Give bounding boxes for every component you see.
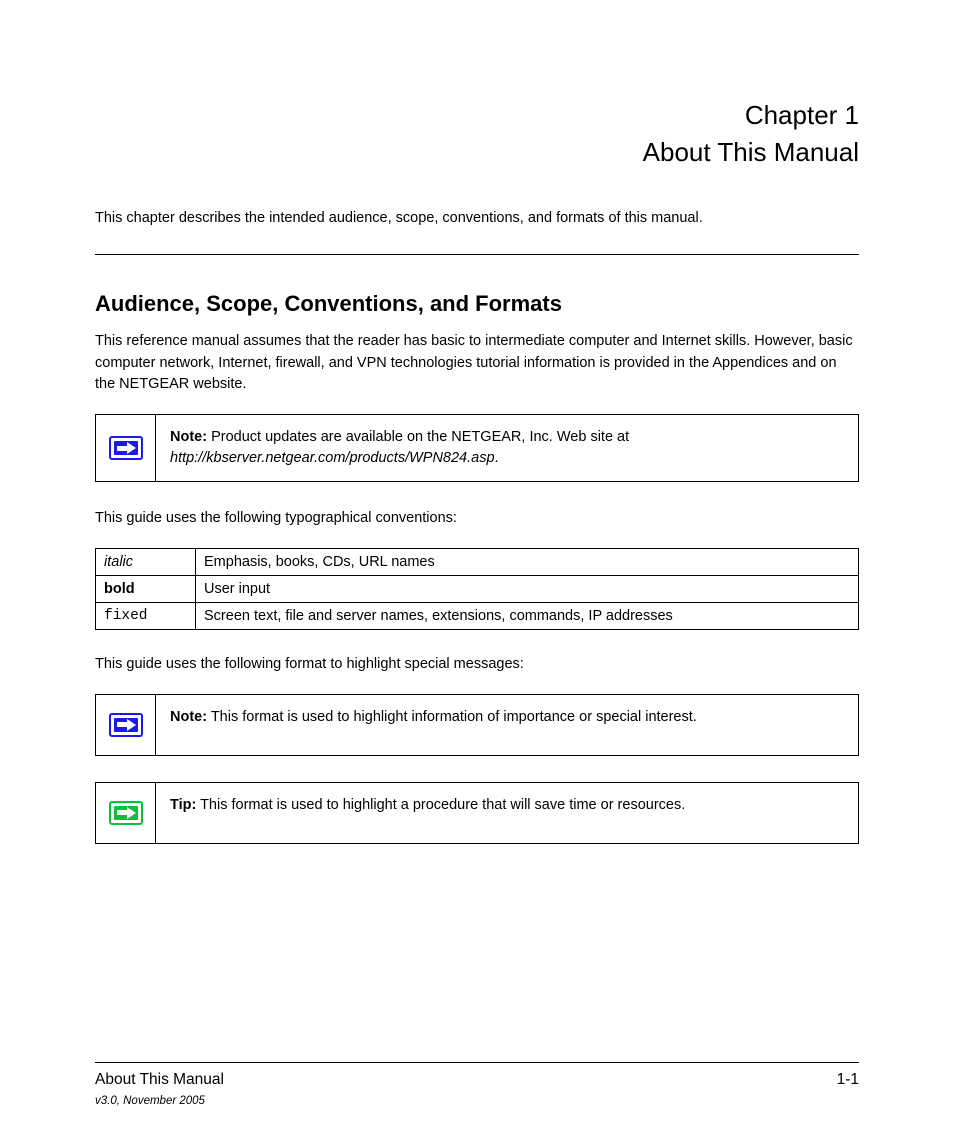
note-callout-format: Note: This format is used to highlight i… xyxy=(95,694,859,756)
format-lead: This guide uses the following format to … xyxy=(95,654,859,676)
footer-page-number: 1-1 xyxy=(837,1071,859,1089)
page-footer: About This Manual 1-1 v3.0, November 200… xyxy=(95,1062,859,1107)
note-tail: . xyxy=(495,450,499,466)
chapter-label: Chapter 1 xyxy=(95,100,859,131)
footer-left: About This Manual xyxy=(95,1071,224,1089)
typographical-conventions-table: italic Emphasis, books, CDs, URL names b… xyxy=(95,548,859,630)
intro-paragraph: This chapter describes the intended audi… xyxy=(95,208,859,230)
conventions-lead: This guide uses the following typographi… xyxy=(95,508,859,530)
style-cell-italic: italic xyxy=(96,548,196,575)
tip-body: This format is used to highlight a proce… xyxy=(196,797,685,813)
note-callout-scope: Note: Product updates are available on t… xyxy=(95,414,859,482)
style-cell-fixed: fixed xyxy=(96,602,196,629)
table-row: bold User input xyxy=(96,575,859,602)
note-link[interactable]: http://kbserver.netgear.com/products/WPN… xyxy=(170,450,495,466)
footer-version: v3.0, November 2005 xyxy=(95,1095,205,1107)
section-heading-audience: Audience, Scope, Conventions, and Format… xyxy=(95,291,859,317)
footer-rule xyxy=(95,1062,859,1063)
tip-label: Tip: xyxy=(170,797,196,813)
audience-para: This reference manual assumes that the r… xyxy=(95,331,859,396)
table-row: fixed Screen text, file and server names… xyxy=(96,602,859,629)
note-label: Note: xyxy=(170,709,207,725)
arrow-right-icon xyxy=(109,713,143,737)
arrow-right-icon xyxy=(109,436,143,460)
note-text: Note: This format is used to highlight i… xyxy=(156,695,858,755)
desc-cell: Screen text, file and server names, exte… xyxy=(196,602,859,629)
tip-text: Tip: This format is used to highlight a … xyxy=(156,783,858,843)
note-text: Note: Product updates are available on t… xyxy=(156,415,858,481)
arrow-right-icon xyxy=(109,801,143,825)
tip-icon-cell xyxy=(96,783,156,843)
note-label: Note: xyxy=(170,429,207,445)
note-body: Product updates are available on the NET… xyxy=(207,429,629,445)
table-row: italic Emphasis, books, CDs, URL names xyxy=(96,548,859,575)
style-cell-bold: bold xyxy=(96,575,196,602)
note-body: This format is used to highlight informa… xyxy=(207,709,697,725)
rule xyxy=(95,254,859,255)
desc-cell: Emphasis, books, CDs, URL names xyxy=(196,548,859,575)
note-icon-cell xyxy=(96,695,156,755)
note-icon-cell xyxy=(96,415,156,481)
desc-cell: User input xyxy=(196,575,859,602)
tip-callout: Tip: This format is used to highlight a … xyxy=(95,782,859,844)
chapter-title: About This Manual xyxy=(95,137,859,168)
